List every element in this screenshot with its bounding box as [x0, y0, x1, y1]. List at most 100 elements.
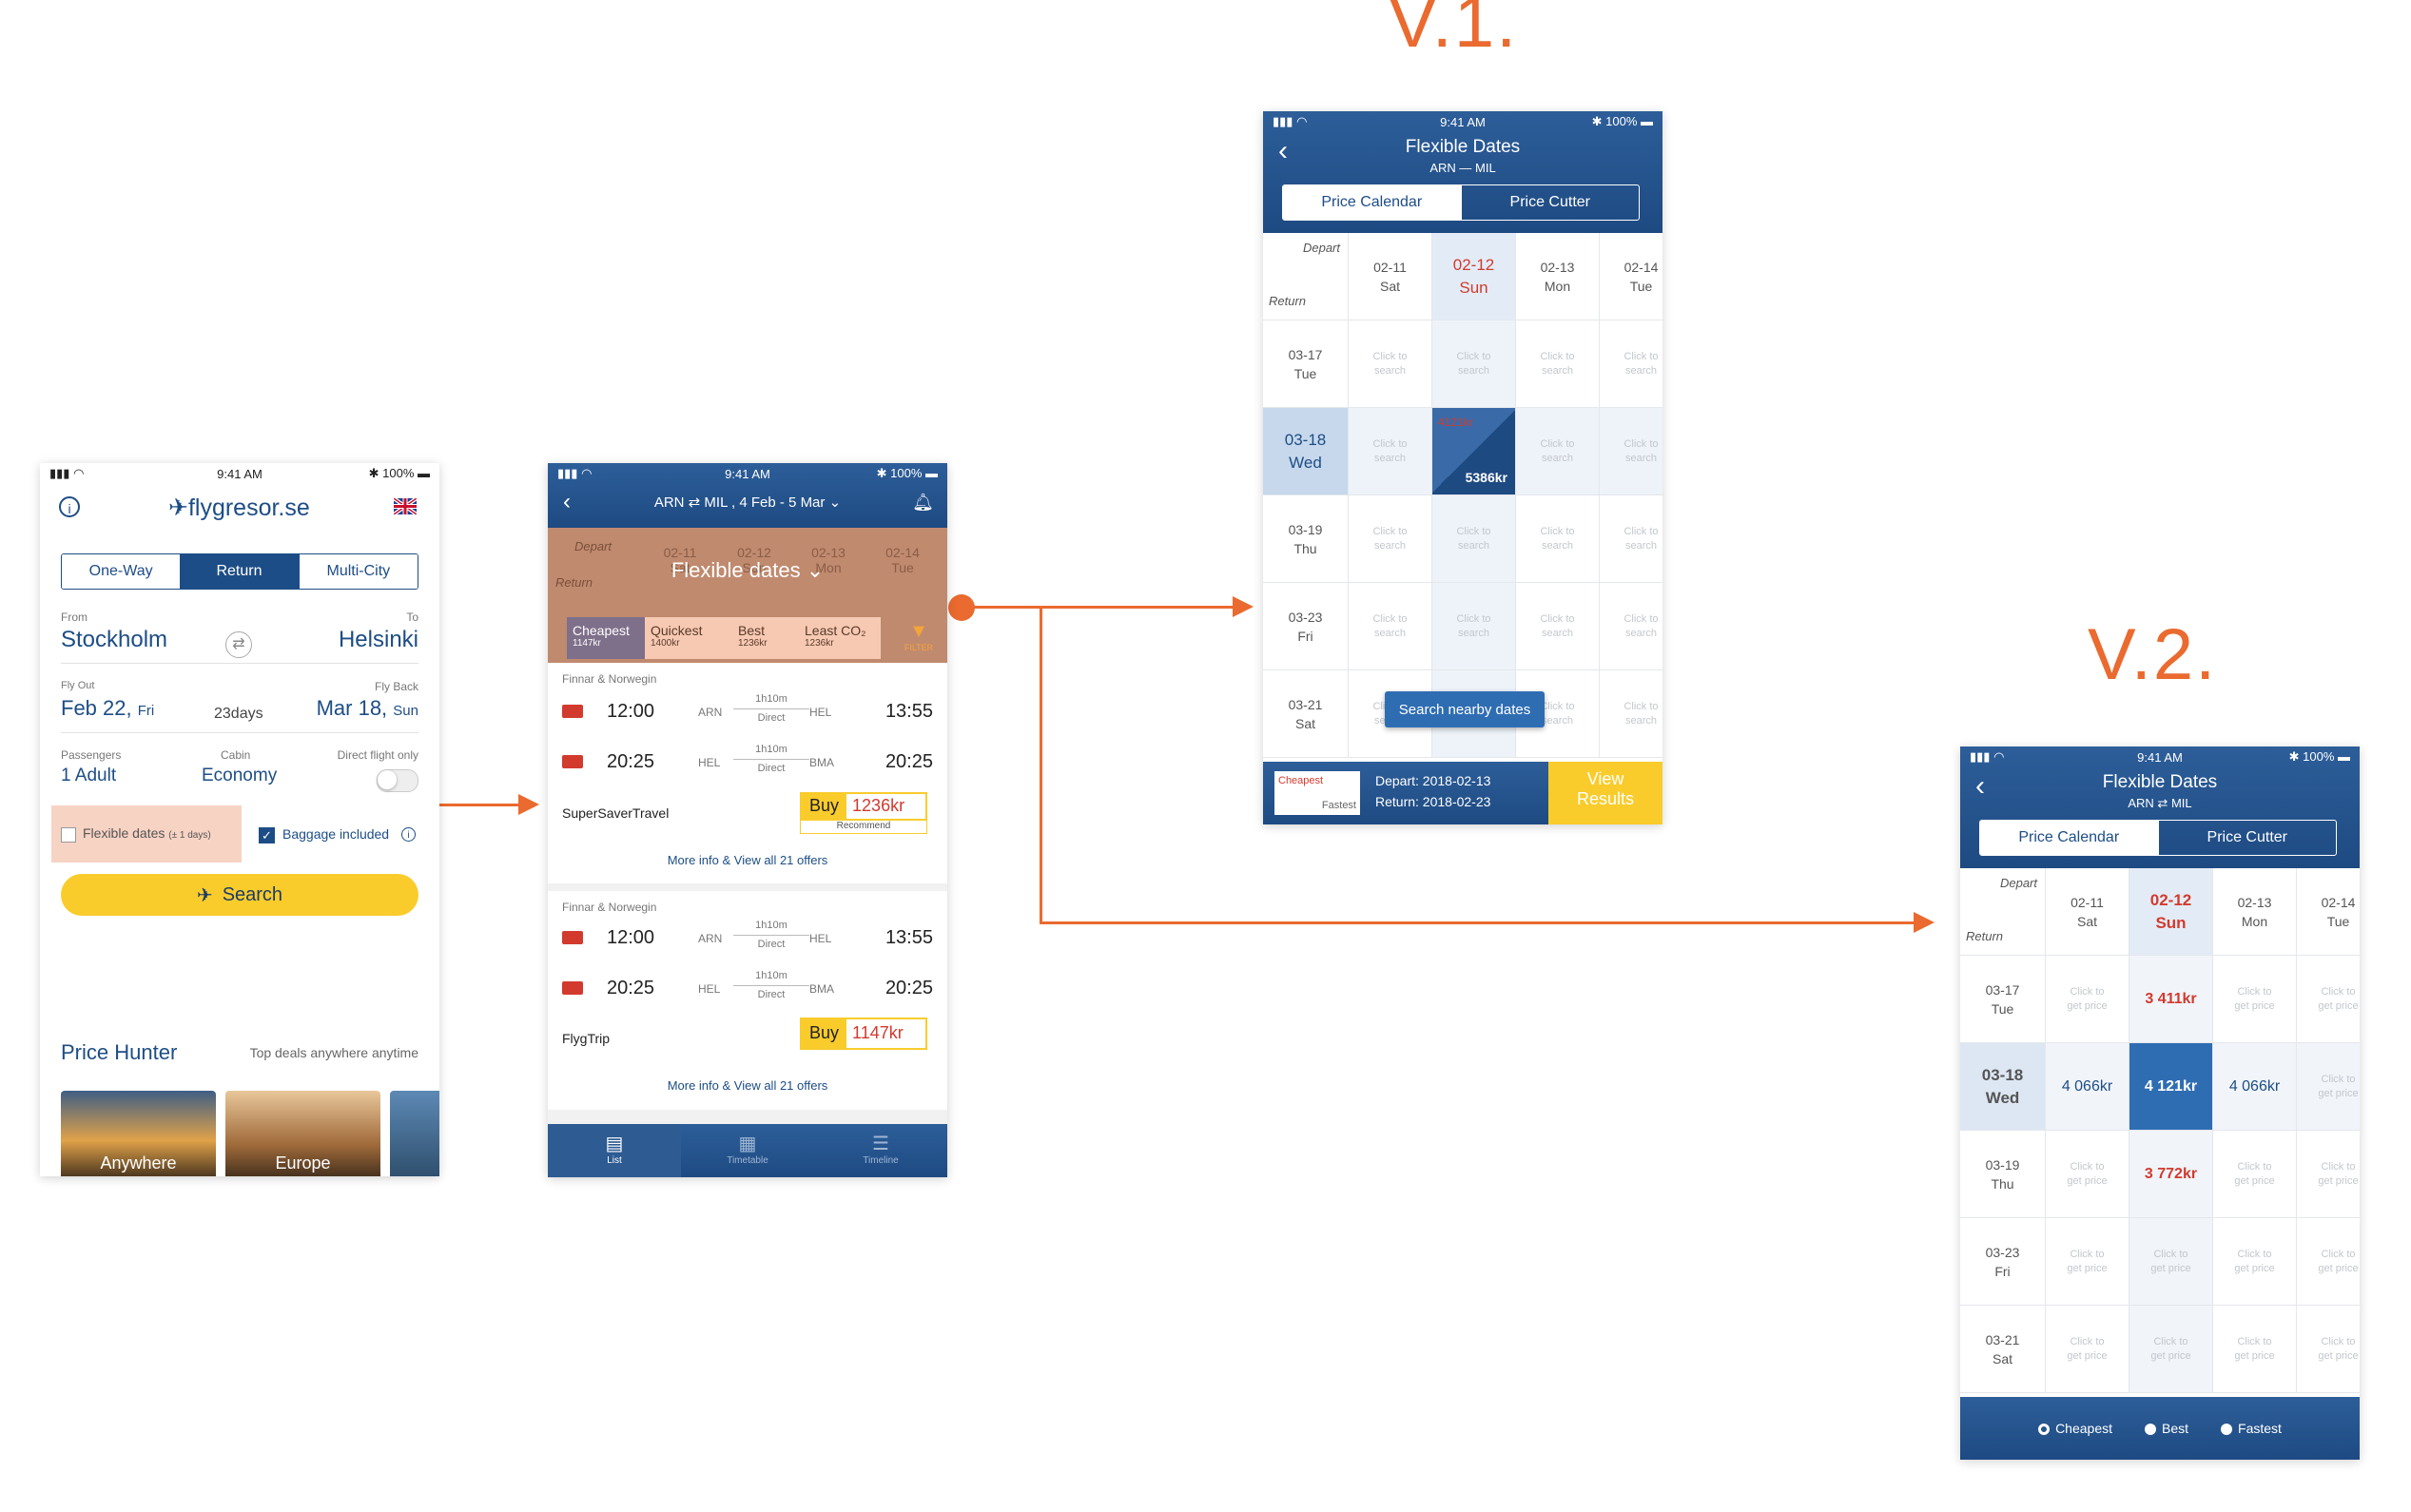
sort-option-best[interactable]: Best [2145, 1421, 2188, 1436]
deal-card-partial[interactable] [390, 1091, 439, 1176]
calendar-cell[interactable]: Click to get price [2129, 1218, 2213, 1306]
fly-back-field[interactable]: Mar 18, Sun [317, 696, 418, 721]
deal-card-anywhere[interactable]: Anywhere [61, 1091, 216, 1176]
calendar-cell[interactable]: Click to search [1600, 408, 1662, 495]
sort-option-cheapest[interactable]: Cheapest [2038, 1421, 2112, 1436]
calendar-cell[interactable]: Click to get price [2129, 1306, 2213, 1393]
return-date-header[interactable]: 03-21 Sat [1263, 670, 1349, 758]
tab-price-cutter[interactable]: Price Cutter [1460, 185, 1640, 220]
calendar-cell[interactable]: Click to search [1516, 583, 1600, 670]
return-date-header[interactable]: 03-23 Fri [1263, 583, 1349, 670]
swap-icon[interactable]: ⇄ [225, 631, 252, 658]
cabin-field[interactable]: Economy [202, 766, 277, 786]
calendar-cell[interactable]: 4 121kr [2129, 1043, 2213, 1131]
calendar-cell[interactable]: Click to search [1349, 495, 1432, 583]
from-field[interactable]: Stockholm [61, 627, 167, 653]
buy-button[interactable]: Buy 1236kr [800, 792, 927, 821]
tab-multi-city[interactable]: Multi-City [298, 554, 418, 589]
return-date-header[interactable]: 03-17 Tue [1960, 956, 2046, 1043]
calendar-cell[interactable]: 3 772kr [2129, 1131, 2213, 1218]
to-field[interactable]: Helsinki [339, 627, 418, 653]
calendar-cell[interactable]: Click to search [1432, 320, 1516, 408]
sort-tab-cheapest[interactable]: Cheapest 1147kr [567, 617, 645, 659]
calendar-cell[interactable]: Click to search [1349, 408, 1432, 495]
baggage-checkbox[interactable]: ✓ [259, 827, 275, 843]
depart-date-header[interactable]: 02-14 Tue [2297, 868, 2360, 956]
calendar-cell[interactable]: 4 066kr [2213, 1043, 2297, 1131]
view-results-button[interactable]: View Results [1548, 762, 1662, 824]
buy-button[interactable]: Buy 1147kr [800, 1018, 927, 1050]
calendar-cell[interactable]: Click to get price [2213, 1306, 2297, 1393]
tab-one-way[interactable]: One-Way [62, 554, 181, 589]
depart-date-header[interactable]: 02-13 Mon [1516, 233, 1600, 320]
calendar-cell[interactable]: 3 411kr [2129, 956, 2213, 1043]
search-button[interactable]: ✈ Search [61, 874, 418, 916]
sort-tab-least-co2[interactable]: Least CO₂ 1236kr [799, 617, 881, 659]
tab-list[interactable]: ▤ List [548, 1124, 681, 1177]
tab-timetable[interactable]: ▦ Timetable [681, 1124, 814, 1177]
depart-date-header[interactable]: 02-13 Mon [2213, 868, 2297, 956]
depart-date-header[interactable]: 02-14 Tue [1600, 233, 1662, 320]
calendar-cell[interactable]: Click to get price [2297, 1131, 2360, 1218]
return-date-header[interactable]: 03-18 Wed [1960, 1043, 2046, 1131]
filter-button[interactable]: ▼ FILTER [900, 621, 938, 652]
calendar-cell[interactable]: Click to search [1349, 320, 1432, 408]
result-card[interactable]: Finnar & Norwegin 12:00 ARN 1h10m Direct… [548, 663, 947, 883]
calendar-cell[interactable]: Click to search [1349, 583, 1432, 670]
result-card[interactable]: Finnar & Norwegin 12:00 ARN 1h10m Direct… [548, 891, 947, 1110]
direct-flight-toggle[interactable] [377, 769, 418, 792]
return-date-header[interactable]: 03-19 Thu [1960, 1131, 2046, 1218]
depart-date-header[interactable]: 02-12 Sun [2129, 868, 2213, 956]
info-icon[interactable]: i [59, 496, 80, 517]
tab-price-calendar[interactable]: Price Calendar [1283, 185, 1461, 220]
tab-price-calendar[interactable]: Price Calendar [1980, 821, 2158, 855]
tab-timeline[interactable]: ☰ Timeline [814, 1124, 947, 1177]
deal-card-europe[interactable]: Europe [225, 1091, 380, 1176]
calendar-cell[interactable]: Click to get price [2046, 1131, 2129, 1218]
return-date-header[interactable]: 03-18 Wed [1263, 408, 1349, 495]
return-date-header[interactable]: 03-23 Fri [1960, 1218, 2046, 1306]
calendar-cell[interactable]: Click to get price [2046, 956, 2129, 1043]
depart-date-header[interactable]: 02-12 Sun [1432, 233, 1516, 320]
flexible-dates-title[interactable]: Flexible dates ⌄ [548, 558, 947, 583]
return-date-header[interactable]: 03-21 Sat [1960, 1306, 2046, 1393]
calendar-cell[interactable]: Click to get price [2297, 1306, 2360, 1393]
flexible-dates-overlay[interactable]: Depart Return 02-11 Sat 02-12 Sun 02-13 Mon… [548, 528, 947, 663]
tab-return[interactable]: Return [180, 554, 299, 589]
calendar-cell[interactable]: Click to get price [2297, 1218, 2360, 1306]
calendar-cell[interactable]: Click to search [1516, 320, 1600, 408]
calendar-cell[interactable]: Click to search [1432, 495, 1516, 583]
sort-tab-best[interactable]: Best 1236kr [732, 617, 799, 659]
sort-tab-quickest[interactable]: Quickest 1400kr [645, 617, 732, 659]
return-date-header[interactable]: 03-17 Tue [1263, 320, 1349, 408]
more-info-link[interactable]: More info & View all 21 offers [548, 853, 947, 867]
calendar-cell[interactable]: Click to search [1600, 495, 1662, 583]
depart-date-header[interactable]: 02-11 Sat [2046, 868, 2129, 956]
sort-selector[interactable]: Cheapest Fastest [1274, 771, 1360, 815]
tab-price-cutter[interactable]: Price Cutter [2157, 821, 2337, 855]
bell-icon[interactable]: 🔔︎ [912, 493, 934, 513]
calendar-cell[interactable]: 4121kr 5386kr [1432, 408, 1516, 495]
flexible-dates-checkbox[interactable] [61, 827, 76, 843]
calendar-cell[interactable]: Click to search [1600, 670, 1662, 758]
calendar-cell[interactable]: Click to search [1516, 495, 1600, 583]
calendar-cell[interactable]: Click to get price [2213, 956, 2297, 1043]
calendar-cell[interactable]: Click to get price [2213, 1218, 2297, 1306]
fly-out-field[interactable]: Feb 22, Fri [61, 696, 154, 721]
more-info-link[interactable]: More info & View all 21 offers [548, 1078, 947, 1093]
calendar-cell[interactable]: Click to search [1516, 408, 1600, 495]
calendar-cell[interactable]: Click to get price [2046, 1306, 2129, 1393]
uk-flag-icon[interactable] [394, 498, 417, 514]
calendar-cell[interactable]: Click to search [1600, 583, 1662, 670]
return-date-header[interactable]: 03-19 Thu [1263, 495, 1349, 583]
back-icon[interactable]: ‹ [563, 489, 571, 515]
passengers-field[interactable]: 1 Adult [61, 766, 116, 786]
calendar-cell[interactable]: Click to search [1432, 583, 1516, 670]
calendar-cell[interactable]: Click to get price [2297, 956, 2360, 1043]
sort-option-fastest[interactable]: Fastest [2221, 1421, 2282, 1436]
calendar-cell[interactable]: 4 066kr [2046, 1043, 2129, 1131]
calendar-cell[interactable]: Click to search [1600, 320, 1662, 408]
calendar-cell[interactable]: Click to get price [2297, 1043, 2360, 1131]
info-icon[interactable]: i [401, 827, 416, 842]
calendar-cell[interactable]: Click to get price [2213, 1131, 2297, 1218]
